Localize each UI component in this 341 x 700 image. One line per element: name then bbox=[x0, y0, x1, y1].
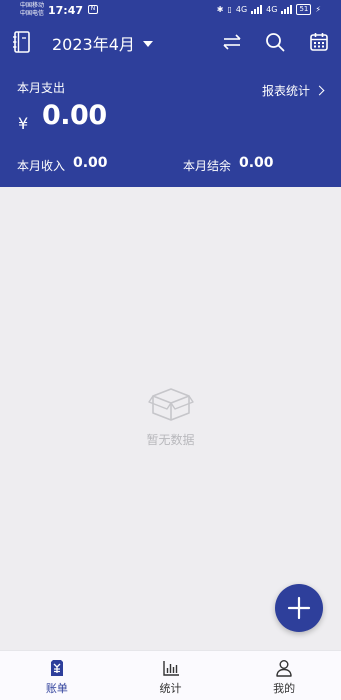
currency-symbol: ¥ bbox=[18, 114, 29, 133]
status-time: 17:47 bbox=[48, 4, 84, 17]
tab-bill[interactable]: 账单 bbox=[0, 651, 114, 700]
network-type-2: 4G bbox=[266, 5, 278, 14]
caret-down-icon bbox=[142, 41, 153, 47]
vibrate-icon: ▯ bbox=[227, 5, 232, 14]
tab-statistics-label: 统计 bbox=[159, 682, 182, 695]
nfc-icon: N bbox=[88, 5, 98, 14]
bill-icon bbox=[50, 660, 63, 676]
carrier-info: 中国移动 中国电信 bbox=[20, 2, 44, 18]
income-amount: 0.00 bbox=[73, 155, 108, 171]
calendar-icon[interactable] bbox=[308, 31, 330, 53]
report-link-label: 报表统计 bbox=[261, 84, 310, 98]
month-label: 2023年4月 bbox=[52, 35, 135, 54]
expense-label: 本月支出 bbox=[17, 81, 66, 95]
carrier-2: 中国电信 bbox=[20, 10, 45, 17]
balance-label: 本月结余 bbox=[183, 159, 232, 173]
tab-bill-label: 账单 bbox=[45, 682, 68, 695]
chevron-right-icon bbox=[314, 85, 325, 96]
empty-box-icon bbox=[147, 388, 194, 421]
bottom-tab-bar: 账单 统计 我的 bbox=[0, 650, 341, 700]
search-icon[interactable] bbox=[264, 31, 286, 53]
swap-icon[interactable] bbox=[221, 32, 243, 52]
bluetooth-icon: ✱ bbox=[216, 5, 224, 14]
report-link[interactable]: 报表统计 bbox=[261, 82, 325, 99]
status-bar: 中国移动 中国电信 17:47 N ✱ ▯ 4G 4G 51 ⚡ bbox=[0, 0, 341, 22]
plus-icon bbox=[287, 596, 311, 620]
ledger-book-icon[interactable] bbox=[12, 31, 32, 53]
chart-icon bbox=[162, 661, 179, 676]
empty-state: 暂无数据 bbox=[0, 385, 341, 448]
network-type-1: 4G bbox=[235, 5, 248, 14]
income-label: 本月收入 bbox=[17, 159, 66, 173]
empty-state-text: 暂无数据 bbox=[146, 433, 195, 447]
status-indicators: ✱ ▯ 4G 4G 51 ⚡ bbox=[217, 4, 321, 15]
header: 中国移动 中国电信 17:47 N ✱ ▯ 4G 4G 51 ⚡ 2023年4月 bbox=[0, 0, 341, 187]
battery-icon: 51 bbox=[296, 4, 312, 15]
add-record-button[interactable] bbox=[275, 584, 323, 632]
tab-statistics[interactable]: 统计 bbox=[114, 651, 228, 700]
top-bar: 2023年4月 bbox=[0, 28, 341, 58]
charging-icon: ⚡ bbox=[315, 5, 321, 14]
carrier-1: 中国移动 bbox=[20, 2, 45, 9]
tab-profile-label: 我的 bbox=[273, 682, 296, 695]
balance-amount: 0.00 bbox=[239, 155, 274, 171]
person-icon bbox=[276, 660, 292, 677]
tab-profile[interactable]: 我的 bbox=[227, 651, 341, 700]
signal-icon-2 bbox=[281, 5, 293, 14]
expense-amount: 0.00 bbox=[42, 100, 107, 131]
signal-icon bbox=[251, 5, 263, 14]
month-selector[interactable]: 2023年4月 bbox=[52, 31, 153, 55]
